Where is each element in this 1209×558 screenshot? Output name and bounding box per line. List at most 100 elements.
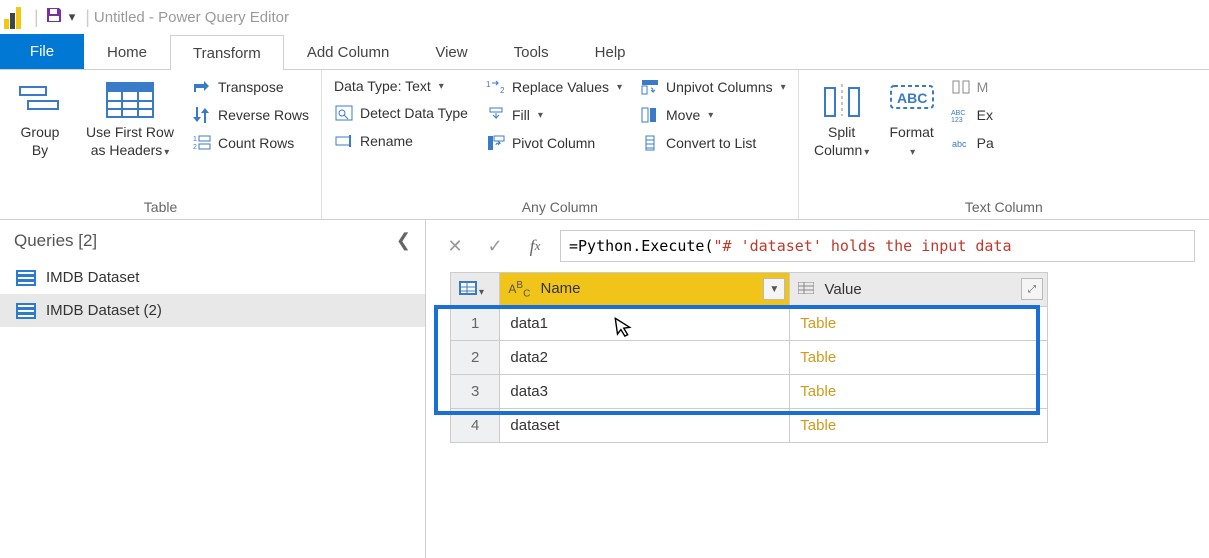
table-row[interactable]: 1 data1 Table: [451, 307, 1048, 341]
tab-home[interactable]: Home: [84, 34, 170, 69]
rename-button[interactable]: Rename: [334, 132, 468, 150]
cell-name[interactable]: data3: [500, 375, 790, 409]
fx-icon[interactable]: fx: [520, 233, 550, 259]
tab-file[interactable]: File: [0, 34, 84, 69]
split-column-icon: [818, 80, 866, 120]
pivot-column-icon: [486, 134, 506, 152]
data-preview-area: ✕ ✓ fx = Python.Execute("# 'dataset' hol…: [426, 220, 1209, 558]
group-by-icon: [16, 80, 64, 120]
parse-icon: abc: [951, 134, 971, 152]
svg-text:ABC: ABC: [897, 90, 927, 106]
detect-data-type-icon: [334, 104, 354, 122]
convert-to-list-icon: [640, 134, 660, 152]
group-by-label: Group By: [21, 124, 60, 159]
merge-columns-button[interactable]: M: [951, 78, 994, 96]
ribbon: Group By Use First Row as Headers▾: [0, 70, 1209, 220]
column-header-value[interactable]: Value ⤢: [790, 273, 1048, 307]
replace-values-icon: 12: [486, 78, 506, 96]
save-icon[interactable]: [45, 6, 63, 29]
parse-button[interactable]: abc Pa: [951, 134, 994, 152]
pivot-column-button[interactable]: Pivot Column: [486, 134, 622, 152]
reverse-rows-button[interactable]: Reverse Rows: [192, 106, 309, 124]
cell-name[interactable]: data1: [500, 307, 790, 341]
cell-value[interactable]: Table: [790, 341, 1048, 375]
svg-text:1: 1: [486, 80, 491, 89]
ribbon-group-table: Group By Use First Row as Headers▾: [0, 70, 322, 219]
move-button[interactable]: Move▾: [640, 106, 786, 124]
use-first-row-headers-icon: [106, 80, 154, 120]
svg-text:ABC: ABC: [951, 110, 965, 117]
collapse-queries-icon[interactable]: ❮: [396, 230, 411, 251]
column-header-name[interactable]: ABC Name ▼: [500, 273, 790, 307]
query-item-imdb-dataset-2[interactable]: IMDB Dataset (2): [0, 294, 425, 327]
row-number: 3: [451, 375, 500, 409]
split-column-button[interactable]: Split Column▾: [807, 76, 877, 163]
ribbon-group-text-column: Split Column▾ ABC Format▾ M ABC123 Ex ab: [799, 70, 1209, 219]
data-type-button[interactable]: Data Type: Text▾: [334, 78, 468, 94]
pivot-column-label: Pivot Column: [512, 135, 595, 151]
format-button[interactable]: ABC Format▾: [877, 76, 947, 163]
format-label: Format▾: [889, 124, 933, 159]
tab-view[interactable]: View: [412, 34, 490, 69]
extract-icon: ABC123: [951, 106, 971, 124]
table-row[interactable]: 2 data2 Table: [451, 341, 1048, 375]
cancel-formula-icon[interactable]: ✕: [440, 233, 470, 259]
transpose-icon: [192, 78, 212, 96]
qat-dropdown-icon[interactable]: ▾: [69, 9, 76, 25]
data-type-label: Data Type: Text: [334, 78, 431, 94]
use-first-row-headers-button[interactable]: Use First Row as Headers▾: [72, 76, 188, 163]
extract-button[interactable]: ABC123 Ex: [951, 106, 994, 124]
tab-help[interactable]: Help: [572, 34, 649, 69]
rename-label: Rename: [360, 133, 413, 149]
unpivot-columns-button[interactable]: Unpivot Columns▾: [640, 78, 786, 96]
move-icon: [640, 106, 660, 124]
table-row[interactable]: 3 data3 Table: [451, 375, 1048, 409]
use-first-row-headers-label: Use First Row as Headers▾: [86, 124, 174, 159]
window-title: Untitled - Power Query Editor: [94, 9, 289, 26]
tab-tools[interactable]: Tools: [491, 34, 572, 69]
queries-header-label: Queries [2]: [14, 231, 97, 251]
svg-text:2: 2: [193, 144, 197, 151]
cell-name[interactable]: dataset: [500, 409, 790, 443]
detect-data-type-button[interactable]: Detect Data Type: [334, 104, 468, 122]
parse-label: Pa: [977, 135, 994, 151]
transpose-button[interactable]: Transpose: [192, 78, 309, 96]
formula-input[interactable]: = Python.Execute("# 'dataset' holds the …: [560, 230, 1195, 262]
tab-add-column[interactable]: Add Column: [284, 34, 413, 69]
convert-to-list-button[interactable]: Convert to List: [640, 134, 786, 152]
table-row[interactable]: 4 dataset Table: [451, 409, 1048, 443]
column-filter-dropdown-icon[interactable]: ▼: [763, 278, 785, 300]
cell-value[interactable]: Table: [790, 375, 1048, 409]
app-logo-icon: [4, 5, 24, 29]
fill-button[interactable]: Fill▾: [486, 106, 622, 124]
count-rows-button[interactable]: 12 Count Rows: [192, 134, 309, 152]
query-item-imdb-dataset[interactable]: IMDB Dataset: [0, 261, 425, 294]
row-number: 1: [451, 307, 500, 341]
table-icon: [16, 303, 36, 319]
cell-value[interactable]: Table: [790, 307, 1048, 341]
ribbon-group-table-label: Table: [8, 195, 313, 217]
data-grid[interactable]: ▾ ABC Name ▼ Value ⤢: [450, 272, 1048, 443]
tab-transform[interactable]: Transform: [170, 35, 284, 70]
extract-label: Ex: [977, 107, 993, 123]
replace-values-button[interactable]: 12 Replace Values▾: [486, 78, 622, 96]
table-corner-button[interactable]: ▾: [451, 273, 500, 307]
row-number: 4: [451, 409, 500, 443]
merge-columns-icon: [951, 78, 971, 96]
svg-text:123: 123: [951, 117, 963, 122]
column-expand-icon[interactable]: ⤢: [1021, 278, 1043, 300]
cell-value[interactable]: Table: [790, 409, 1048, 443]
unpivot-columns-label: Unpivot Columns: [666, 79, 773, 95]
cell-name[interactable]: data2: [500, 341, 790, 375]
group-by-button[interactable]: Group By: [8, 76, 72, 163]
content-area: Queries [2] ❮ IMDB Dataset IMDB Dataset …: [0, 220, 1209, 558]
ribbon-group-text-column-label: Text Column: [807, 195, 1201, 217]
row-number: 2: [451, 341, 500, 375]
split-column-label: Split Column▾: [814, 124, 869, 159]
query-item-label: IMDB Dataset: [46, 269, 139, 286]
accept-formula-icon[interactable]: ✓: [480, 233, 510, 259]
count-rows-label: Count Rows: [218, 135, 294, 151]
detect-data-type-label: Detect Data Type: [360, 105, 468, 121]
queries-pane: Queries [2] ❮ IMDB Dataset IMDB Dataset …: [0, 220, 426, 558]
fill-label: Fill: [512, 107, 530, 123]
